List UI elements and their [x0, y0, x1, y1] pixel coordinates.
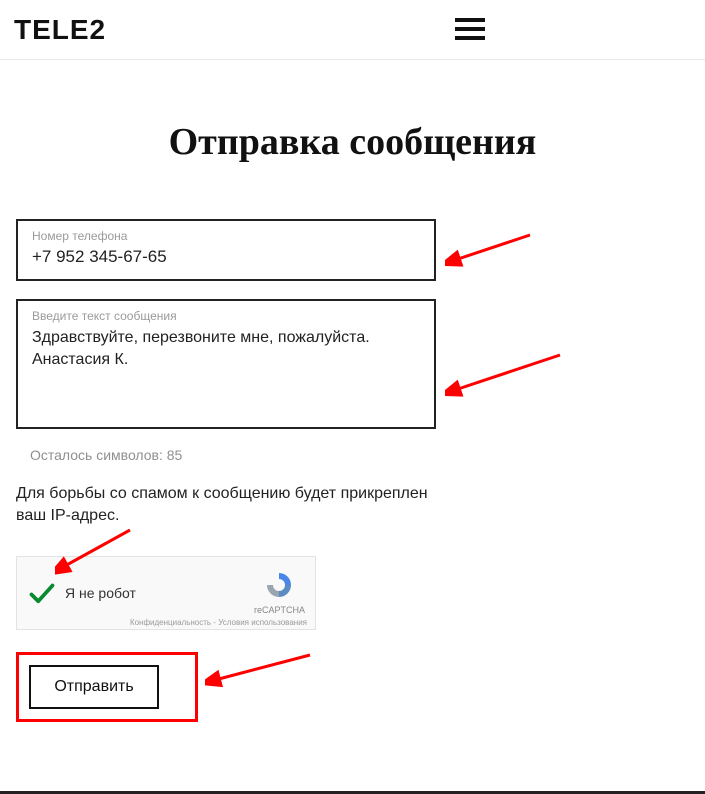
message-input[interactable]: Введите текст сообщения Здравствуйте, пе…: [16, 299, 436, 429]
recaptcha[interactable]: Я не робот reCAPTCHA Конфиденциальность …: [16, 556, 316, 630]
submit-button[interactable]: Отправить: [29, 665, 159, 709]
page-body: Отправка сообщения Номер телефона +7 952…: [0, 60, 705, 722]
page-title: Отправка сообщения: [169, 120, 537, 164]
annotation-arrow-icon: [445, 230, 535, 270]
annotation-arrow-icon: [205, 650, 315, 690]
submit-highlight: Отправить: [16, 652, 198, 722]
recaptcha-text: Я не робот: [65, 585, 254, 601]
chars-left: Осталось символов: 85: [30, 447, 689, 463]
message-label: Введите текст сообщения: [32, 309, 420, 323]
message-value: Здравствуйте, перезвоните мне, пожалуйст…: [32, 327, 420, 370]
brand-logo: TELE2: [14, 14, 106, 46]
annotation-arrow-icon: [445, 350, 565, 400]
phone-label: Номер телефона: [32, 229, 420, 243]
phone-input[interactable]: Номер телефона +7 952 345-67-65: [16, 219, 436, 281]
header: TELE2: [0, 0, 705, 60]
ip-note: Для борьбы со спамом к сообщению будет п…: [16, 483, 456, 528]
recaptcha-legal: Конфиденциальность - Условия использован…: [130, 618, 307, 627]
recaptcha-brand: reCAPTCHA: [254, 605, 305, 615]
check-icon: [27, 578, 57, 608]
recaptcha-logo-icon: [264, 587, 294, 604]
phone-value: +7 952 345-67-65: [32, 247, 420, 267]
menu-icon[interactable]: [455, 18, 485, 40]
